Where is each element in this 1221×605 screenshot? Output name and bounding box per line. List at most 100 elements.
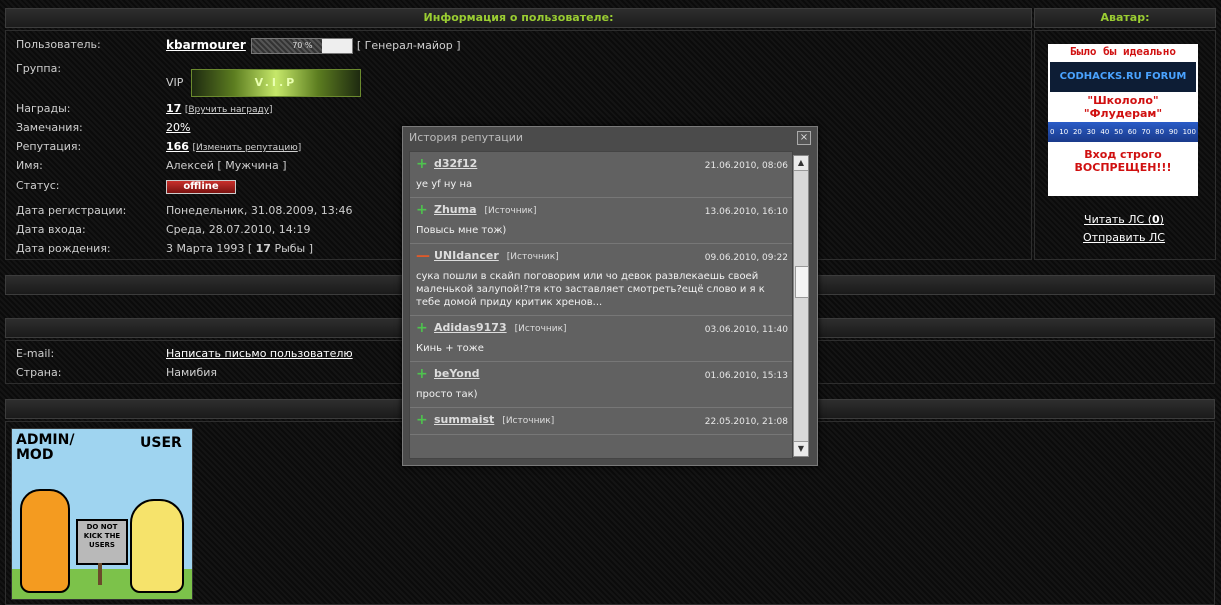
status-label: Статус: (16, 179, 60, 192)
ruler-mark: 60 (1127, 128, 1137, 136)
country-label: Страна: (16, 366, 62, 379)
avatar-ruler: 0 10 20 30 40 50 60 70 80 90 100 (1048, 122, 1198, 142)
warnings-label: Замечания: (16, 121, 83, 134)
avatar-image: Было бы идеально CODHACKS.RU FORUM "Школ… (1048, 44, 1198, 196)
group-value-wrap: VIP V.I.P (166, 68, 361, 98)
ruler-mark: 20 (1072, 128, 1082, 136)
minus-icon: — (416, 248, 430, 264)
give-award-link[interactable]: Вручить награду (188, 105, 269, 115)
read-pm-link[interactable]: Читать ЛС (0) (1034, 213, 1214, 226)
email-label: E-mail: (16, 347, 55, 360)
status-badge: offline (166, 180, 236, 194)
birth-value-post: Рыбы ] (270, 242, 314, 255)
username-value-group: kbarmourer 70 % [ Генерал-майор ] (166, 37, 461, 54)
reputation-author-link[interactable]: beYond (434, 367, 480, 380)
regdate-label: Дата регистрации: (16, 204, 127, 217)
ruler-mark: 70 (1141, 128, 1151, 136)
sign-post (98, 563, 102, 585)
avatar-line2: "Школоло" (1087, 94, 1159, 107)
close-icon[interactable]: × (797, 131, 811, 145)
name-label: Имя: (16, 159, 43, 172)
reputation-date: 21.06.2010, 08:06 (704, 161, 788, 171)
reputation-entry: + summaist [Источник] 22.05.2010, 21:08 (410, 408, 792, 435)
ruler-mark: 80 (1155, 128, 1165, 136)
reputation-author-link[interactable]: summaist (434, 413, 494, 426)
birth-value-pre: 3 Марта 1993 [ (166, 242, 256, 255)
scroll-thumb[interactable] (795, 266, 809, 298)
ruler-mark: 30 (1086, 128, 1096, 136)
plus-icon: + (416, 320, 428, 336)
group-value: VIP (166, 76, 184, 89)
rep-bracket-close: ] (297, 143, 302, 153)
plus-icon: + (416, 202, 428, 218)
avatar-line5: ВОСПРЕЩЕН!!! (1074, 161, 1172, 174)
ruler-mark: 0 (1050, 128, 1055, 136)
read-pm-pre: Читать ЛС ( (1084, 213, 1152, 226)
rank-text: [ Генерал-майор ] (356, 39, 461, 52)
reputation-source-link[interactable]: [Источник] (502, 416, 554, 426)
dialog-scrollbar[interactable]: ▲ ▼ (793, 155, 809, 457)
reputation-comment: просто так) (416, 389, 478, 400)
signature-user-label: USER (140, 435, 182, 451)
avatar-line3: "Флудерам" (1083, 107, 1163, 120)
scroll-up-icon[interactable]: ▲ (794, 156, 808, 171)
reputation-count-link[interactable]: 166 (166, 140, 189, 153)
awards-bracket-close: ] (269, 105, 273, 115)
reputation-history-dialog: История репутации × + d32f12 21.06.2010, 0… (402, 126, 818, 466)
read-pm-count: 0 (1152, 213, 1160, 226)
reputation-author-link[interactable]: UNIdancer (434, 249, 499, 262)
name-value: Алексей [ Мужчина ] (166, 159, 287, 172)
reputation-list: + d32f12 21.06.2010, 08:06 ye yf ну на + Zhum… (409, 151, 793, 459)
reputation-author-link[interactable]: d32f12 (434, 157, 477, 170)
signature-admin-label: ADMIN/ MOD (16, 432, 75, 463)
reputation-author-link[interactable]: Adidas9173 (434, 321, 507, 334)
avatar-forum-banner: CODHACKS.RU FORUM (1050, 62, 1196, 92)
reputation-entry: + Adidas9173 [Источник] 03.06.2010, 11:40 Ки… (410, 316, 792, 362)
reputation-date: 09.06.2010, 09:22 (704, 253, 788, 263)
reputation-comment: Повысь мне тож) (416, 225, 507, 236)
reputation-source-link[interactable]: [Источник] (485, 206, 537, 216)
ruler-mark: 50 (1114, 128, 1123, 136)
awards-label: Награды: (16, 102, 71, 115)
reputation-comment: ye yf ну на (416, 179, 473, 190)
email-link[interactable]: Написать письмо пользователю (166, 346, 353, 362)
plus-icon: + (416, 156, 428, 172)
username-link[interactable]: kbarmourer (166, 38, 246, 52)
reputation-comment: Кинь + тоже (416, 343, 484, 354)
user-info-header: Информация о пользователе: (5, 8, 1032, 28)
ruler-marks: 0 10 20 30 40 50 60 70 80 90 100 (1050, 128, 1196, 136)
avatar-line1: Было бы идеально (1070, 45, 1176, 58)
reputation-entry: + d32f12 21.06.2010, 08:06 ye yf ну на (410, 152, 792, 198)
awards-count-link[interactable]: 17 (166, 102, 181, 115)
change-reputation-link[interactable]: Изменить репутацию (196, 143, 298, 153)
reputation-source-link[interactable]: [Источник] (507, 252, 559, 262)
avatar-header: Аватар: (1034, 8, 1216, 28)
reputation-author-link[interactable]: Zhuma (434, 203, 477, 216)
send-pm-link[interactable]: Отправить ЛС (1034, 231, 1214, 244)
birth-label: Дата рождения: (16, 242, 111, 255)
login-label: Дата входа: (16, 223, 86, 236)
username-label: Пользователь: (16, 38, 101, 51)
warnings-link[interactable]: 20% (166, 120, 190, 136)
plus-icon: + (416, 366, 428, 382)
birth-value-wrap: 3 Марта 1993 [ 17 Рыбы ] (166, 241, 313, 257)
country-value: Намибия (166, 366, 218, 379)
ruler-mark: 40 (1100, 128, 1110, 136)
regdate-value: Понедельник, 31.08.2009, 13:46 (166, 204, 353, 217)
reputation-entry: + Zhuma [Источник] 13.06.2010, 16:10 Повысь … (410, 198, 792, 244)
reputation-entry: + beYond 01.06.2010, 15:13 просто так) (410, 362, 792, 408)
scroll-down-icon[interactable]: ▼ (794, 441, 808, 456)
reputation-value-wrap: 166 [Изменить репутацию] (166, 139, 301, 156)
reputation-date: 03.06.2010, 11:40 (704, 325, 788, 335)
dialog-title: История репутации (409, 131, 524, 144)
reputation-comment: сука пошли в скайп поговорим или чо дево… (416, 271, 765, 308)
reputation-date: 01.06.2010, 15:13 (704, 371, 788, 381)
signature-image: ADMIN/ MOD USER DO NOT KICK THE USERS (11, 428, 193, 600)
reputation-date: 22.05.2010, 21:08 (704, 417, 788, 427)
garfield-figure (20, 489, 70, 593)
reputation-entry: — UNIdancer [Источник] 09.06.2010, 09:22 сук… (410, 244, 792, 316)
group-label: Группа: (16, 62, 62, 75)
reputation-source-link[interactable]: [Источник] (515, 324, 567, 334)
ruler-mark: 10 (1059, 128, 1069, 136)
status-wrap: offline (166, 178, 236, 194)
